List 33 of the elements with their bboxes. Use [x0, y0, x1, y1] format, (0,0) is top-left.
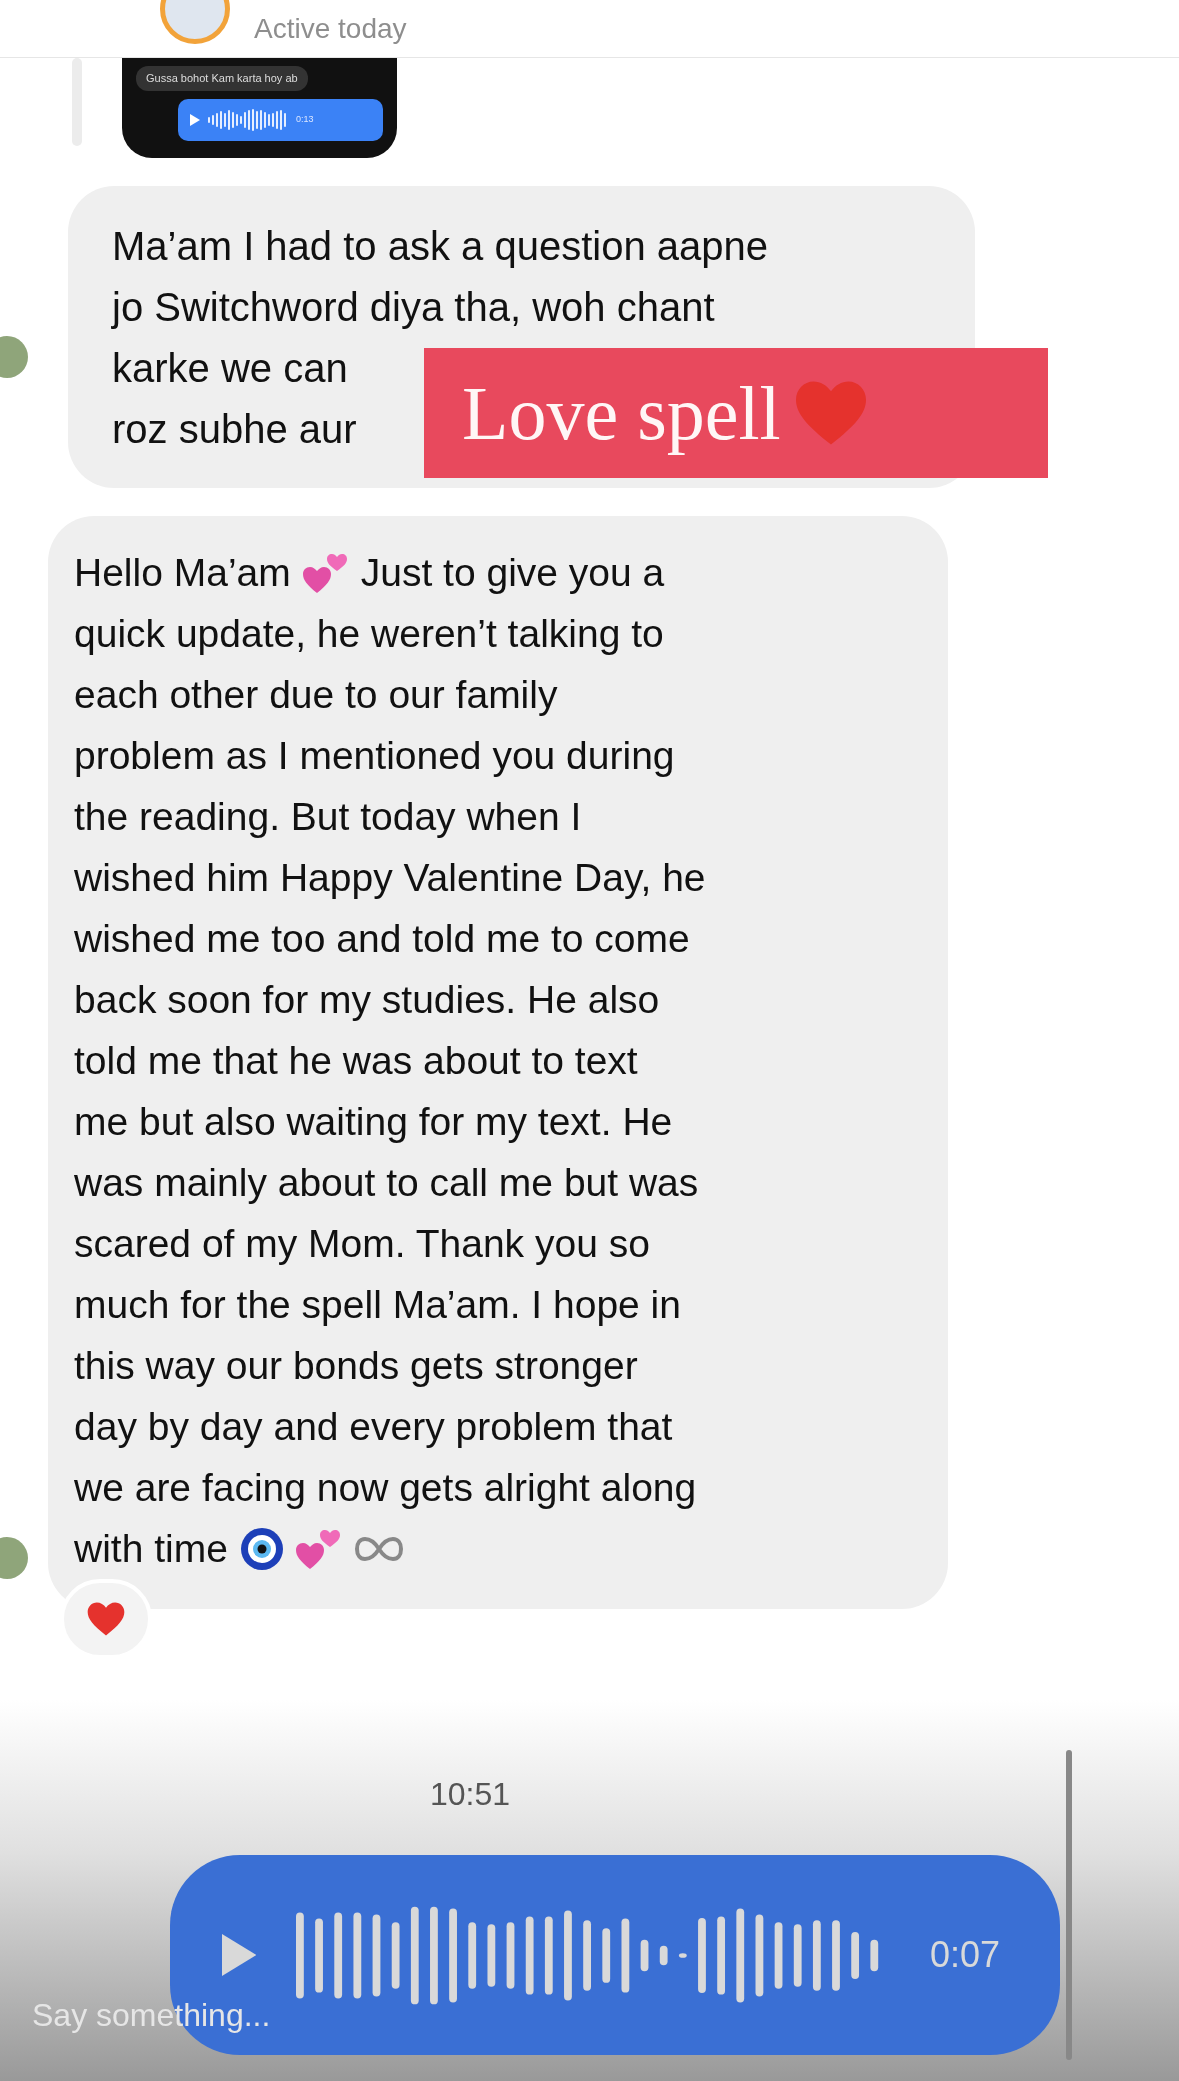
message-text-line: was mainly about to call me but was [74, 1159, 699, 1206]
message-text-line: each other due to our family [74, 671, 558, 718]
chat-message: Gussa bohot Kam karta hoy ab [136, 66, 308, 91]
shared-screenshot[interactable]: Gussa bohot Kam karta hoy ab 0:13 [122, 58, 397, 158]
message-text-line: jo Switchword diya tha, woh chant [112, 284, 715, 331]
message-text-line: much for the spell Ma’am. I hope in [74, 1281, 681, 1328]
message-text-line: the reading. But today when I [74, 793, 582, 840]
active-status: Active today [254, 11, 407, 46]
timestamp: 10:51 [430, 1775, 511, 1814]
message-text-line: day by day and every problem that [74, 1403, 673, 1450]
infinity-icon [353, 1535, 404, 1562]
message-text-line: Just to give you a [360, 549, 665, 596]
waveform-icon [208, 108, 288, 131]
nazar-amulet-icon [239, 1526, 284, 1571]
message-greeting: Hello Ma’am [74, 549, 291, 596]
message-text-line: me but also waiting for my text. He [74, 1098, 673, 1145]
message-text-line: with time [74, 1525, 228, 1572]
message-text-line: karke we can [112, 345, 348, 392]
message-text-line: we are facing now gets alright along [74, 1464, 697, 1511]
voice-duration: 0:13 [296, 112, 314, 126]
play-icon [190, 113, 200, 126]
voice-duration: 0:07 [929, 1933, 1000, 1977]
message-text-line: scared of my Mom. Thank you so [74, 1220, 650, 1267]
message-text-line: problem as I mentioned you during [74, 732, 675, 779]
message-text-line: back soon for my studies. He also [74, 976, 660, 1023]
message-text-line: this way our bonds gets stronger [74, 1342, 638, 1389]
message-text-line: Ma’am I had to ask a question aapne [112, 223, 768, 270]
voice-message[interactable]: 0:13 [178, 98, 383, 141]
message-text-line: quick update, he weren’t talking to [74, 610, 664, 657]
message-text-line: told me that he was about to text [74, 1037, 638, 1084]
message-text-line: wished him Happy Valentine Day, he [74, 854, 706, 901]
message-text-line: wished me too and told me to come [74, 915, 690, 962]
message-text-line: roz subhe aur [112, 406, 357, 453]
